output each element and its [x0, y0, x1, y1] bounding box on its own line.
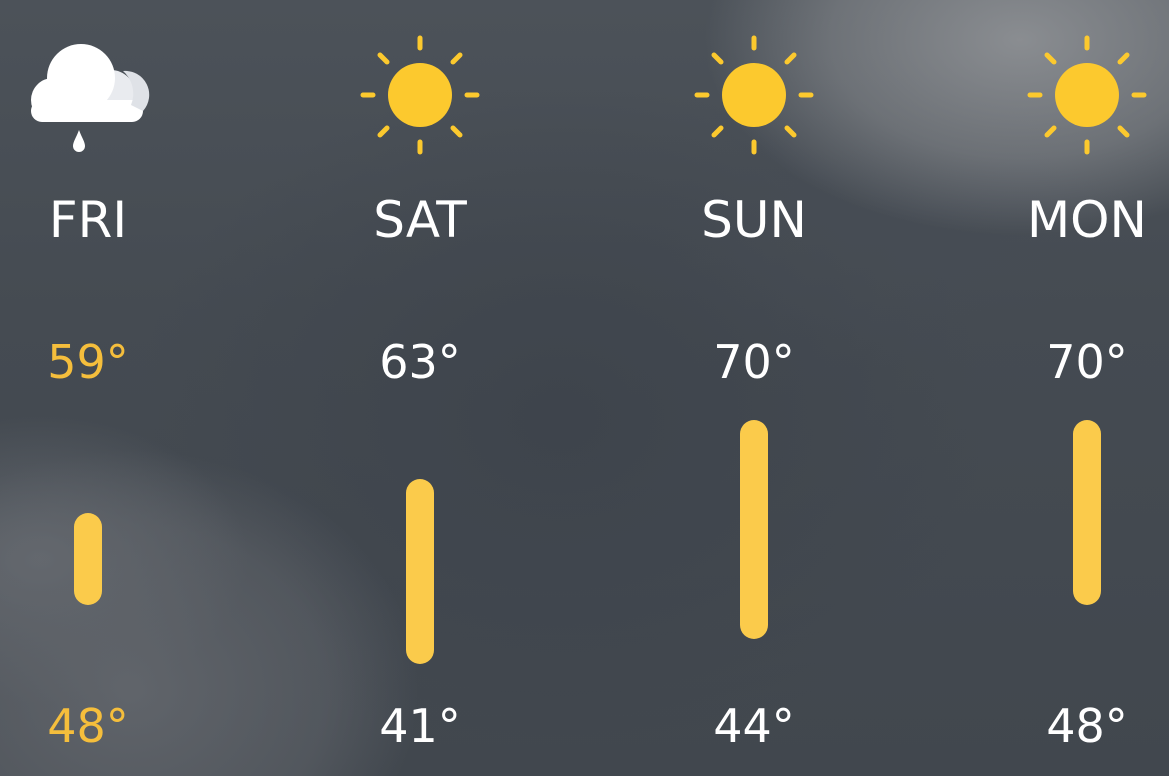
high-temperature: 70°: [713, 335, 795, 389]
sun-icon: [1012, 30, 1162, 160]
weather-forecast-screen: FRI 59° 48° SAT 63° 41° SUN 70° 44° MON …: [0, 0, 1169, 776]
forecast-day-mon[interactable]: MON 70° 48°: [987, 0, 1169, 776]
temperature-range-bar: [406, 478, 434, 664]
high-temperature: 70°: [1046, 335, 1128, 389]
day-label: FRI: [48, 191, 128, 249]
low-temperature: 41°: [379, 699, 461, 753]
temperature-range-track: [74, 420, 102, 664]
temperature-range-bar: [740, 420, 768, 639]
high-temperature: 59°: [47, 335, 129, 389]
day-label: SUN: [701, 191, 807, 249]
high-temperature: 63°: [379, 335, 461, 389]
forecast-day-sat[interactable]: SAT 63° 41°: [320, 0, 520, 776]
forecast-day-fri[interactable]: FRI 59° 48°: [0, 0, 188, 776]
temperature-range-track: [740, 420, 768, 664]
temperature-range-track: [406, 420, 434, 664]
rain-cloud-icon: [13, 30, 163, 160]
forecast-day-sun[interactable]: SUN 70° 44°: [654, 0, 854, 776]
sun-icon: [679, 30, 829, 160]
low-temperature: 44°: [713, 699, 795, 753]
temperature-range-bar: [1073, 420, 1101, 606]
day-label: MON: [1027, 191, 1147, 249]
temperature-range-track: [1073, 420, 1101, 664]
low-temperature: 48°: [1046, 699, 1128, 753]
sun-icon: [345, 30, 495, 160]
temperature-range-bar: [74, 512, 102, 606]
low-temperature: 48°: [47, 699, 129, 753]
day-label: SAT: [373, 191, 467, 249]
